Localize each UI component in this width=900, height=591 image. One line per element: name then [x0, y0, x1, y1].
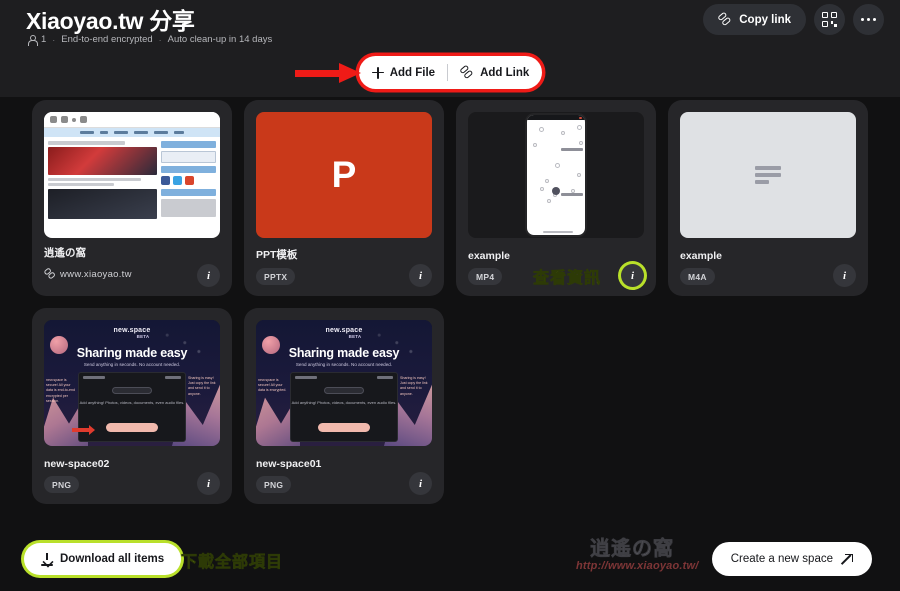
create-new-space-label: Create a new space [730, 553, 833, 565]
item-type-badge: PNG [256, 476, 292, 493]
promo-headline: Sharing made easy [76, 346, 188, 360]
item-footer: new-space01 PNG [256, 458, 432, 493]
site-watermark: 逍遙の窩 http://www.xiaoyao.tw/ [576, 530, 716, 586]
qr-code-button[interactable] [814, 4, 845, 35]
add-toolbar: Add File Add Link [0, 50, 900, 97]
item-type-badge: M4A [680, 268, 715, 285]
pptx-letter: P [331, 154, 357, 195]
page-header: Xiaoyao.tw 分享 1 · End-to-end encrypted ·… [0, 0, 900, 50]
add-file-label: Add File [389, 66, 436, 79]
copy-link-label: Copy link [739, 13, 791, 26]
png-preview-image: new.space BETA Sharing made easy Send any… [44, 320, 220, 446]
link-icon [43, 267, 56, 280]
item-info-button[interactable]: i [409, 264, 432, 287]
png-preview-image: new.space BETA Sharing made easy Send any… [256, 320, 432, 446]
item-card-pptx[interactable]: P PPT模板 PPTX i [244, 100, 444, 296]
website-preview-image [44, 112, 220, 238]
promo-brand: new.space BETA [113, 327, 151, 339]
item-title: new-space01 [256, 458, 322, 470]
member-count: 1 [41, 34, 47, 45]
promo-annotation-right: Sharing is easy! Just copy the link and … [188, 376, 216, 396]
add-pill[interactable]: Add File Add Link [359, 56, 542, 89]
page-title: Xiaoyao.tw 分享 [26, 8, 195, 34]
item-thumbnail [44, 112, 220, 238]
item-info-button[interactable]: i [833, 264, 856, 287]
item-title: example [468, 250, 511, 262]
qr-code-icon [822, 12, 837, 27]
link-icon [459, 64, 474, 80]
promo-headline: Sharing made easy [288, 346, 400, 360]
item-footer: example M4A [680, 250, 856, 285]
share-space-page: Xiaoyao.tw 分享 1 · End-to-end encrypted ·… [0, 0, 900, 591]
person-icon [27, 34, 38, 46]
promo-annotation-left: new.space is secure! All your data is en… [46, 378, 75, 403]
view-info-annotation: 查看資訊 [533, 270, 602, 288]
item-type-badge: MP4 [468, 268, 503, 285]
promo-subtext: Send anything in seconds. No account nee… [83, 362, 181, 367]
item-info-button[interactable]: i [197, 264, 220, 287]
download-all-button[interactable]: Download all items [24, 543, 182, 575]
meta-separator-2: · [158, 34, 162, 45]
item-thumbnail: new.space BETA Sharing made easy Send any… [44, 320, 220, 446]
item-footer: 逍遙の窩 www.xiaoyao.tw [43, 245, 220, 286]
item-card-png-02[interactable]: new.space BETA Sharing made easy Send any… [32, 308, 232, 504]
red-arrow-annotation [295, 63, 365, 83]
watermark-line-1: 逍遙の窩 [590, 536, 674, 561]
header-actions: Copy link [703, 4, 884, 35]
watermark-line-2: http://www.xiaoyao.tw/ [576, 560, 699, 572]
item-info-button[interactable]: i [197, 472, 220, 495]
arrow-up-right-icon [842, 553, 853, 565]
item-card-m4a[interactable]: example M4A i [668, 100, 868, 296]
item-thumbnail: new.space BETA Sharing made easy Send any… [256, 320, 432, 446]
item-card-link[interactable]: 逍遙の窩 www.xiaoyao.tw i [32, 100, 232, 296]
item-type-badge: PPTX [256, 268, 296, 285]
items-grid: 逍遙の窩 www.xiaoyao.tw i P PPT模板 PPTX i exa… [32, 100, 868, 504]
copy-link-button[interactable]: Copy link [703, 4, 806, 35]
item-footer: PPT模板 PPTX [256, 247, 432, 285]
promo-subtext: Send anything in seconds. No account nee… [295, 362, 393, 367]
item-thumbnail [468, 112, 644, 238]
encryption-label: End-to-end encrypted [61, 34, 153, 45]
video-preview-image [468, 112, 644, 238]
download-icon [41, 552, 53, 566]
create-new-space-button[interactable]: Create a new space [711, 542, 872, 576]
item-link-badge: www.xiaoyao.tw [43, 266, 132, 283]
item-title: PPT模板 [256, 249, 298, 261]
item-footer: new-space02 PNG [44, 458, 220, 493]
item-thumbnail: P [256, 112, 432, 238]
more-horizontal-icon [861, 17, 876, 22]
promo-brand: new.space BETA [325, 327, 363, 339]
powerpoint-preview-image: P [256, 112, 432, 238]
promo-annotation-right: Sharing is easy! Just copy the link and … [400, 376, 428, 396]
promo-window-text: Add anything! Photos, videos, documents,… [79, 400, 185, 405]
item-info-button[interactable]: i [621, 264, 644, 287]
item-card-png-01[interactable]: new.space BETA Sharing made easy Send any… [244, 308, 444, 504]
download-all-label: Download all items [60, 553, 165, 565]
download-all-annotation: 下載全部項目 [181, 554, 284, 572]
item-info-button[interactable]: i [409, 472, 432, 495]
add-link-button[interactable]: Add Link [448, 64, 541, 80]
item-title: 逍遙の窩 [44, 246, 86, 259]
item-title: example [680, 250, 723, 262]
item-thumbnail [680, 112, 856, 238]
add-link-label: Add Link [480, 66, 530, 79]
meta-separator-1: · [52, 34, 56, 45]
promo-annotation-left: new.space is secure! All your data is en… [258, 378, 287, 393]
audio-preview-image [680, 112, 856, 238]
link-icon [717, 11, 732, 27]
item-title: new-space02 [44, 458, 110, 470]
item-type-badge: PNG [44, 476, 80, 493]
cleanup-label: Auto clean-up in 14 days [167, 34, 273, 45]
promo-window: Add anything! Photos, videos, documents,… [290, 372, 398, 442]
plus-icon [371, 66, 384, 79]
item-badge-label: www.xiaoyao.tw [60, 268, 132, 280]
add-file-button[interactable]: Add File [360, 66, 447, 79]
promo-window-text: Add anything! Photos, videos, documents,… [291, 400, 397, 405]
more-options-button[interactable] [853, 4, 884, 35]
space-meta: 1 · End-to-end encrypted · Auto clean-up… [27, 34, 273, 46]
